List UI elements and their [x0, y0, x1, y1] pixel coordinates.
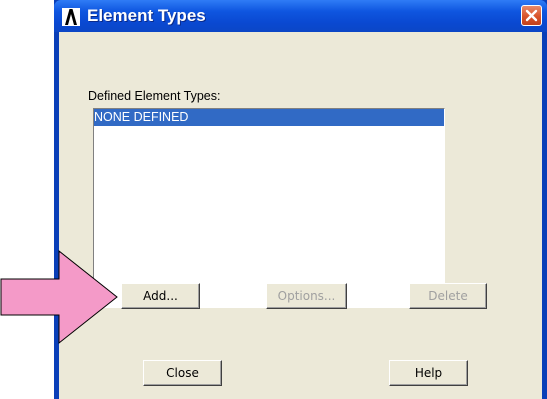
- options-button[interactable]: Options...: [266, 283, 347, 309]
- pointer-arrow-icon: [0, 250, 118, 345]
- element-types-list[interactable]: NONE DEFINED: [93, 108, 445, 308]
- title-bar[interactable]: Element Types: [54, 0, 547, 32]
- help-button[interactable]: Help: [389, 360, 468, 386]
- window-title: Element Types: [87, 6, 206, 25]
- close-icon[interactable]: [521, 5, 542, 26]
- list-item[interactable]: NONE DEFINED: [94, 109, 444, 126]
- close-button[interactable]: Close: [143, 360, 222, 386]
- ansys-logo-icon: [62, 8, 80, 26]
- defined-element-types-label: Defined Element Types:: [88, 89, 221, 103]
- delete-button[interactable]: Delete: [409, 283, 487, 309]
